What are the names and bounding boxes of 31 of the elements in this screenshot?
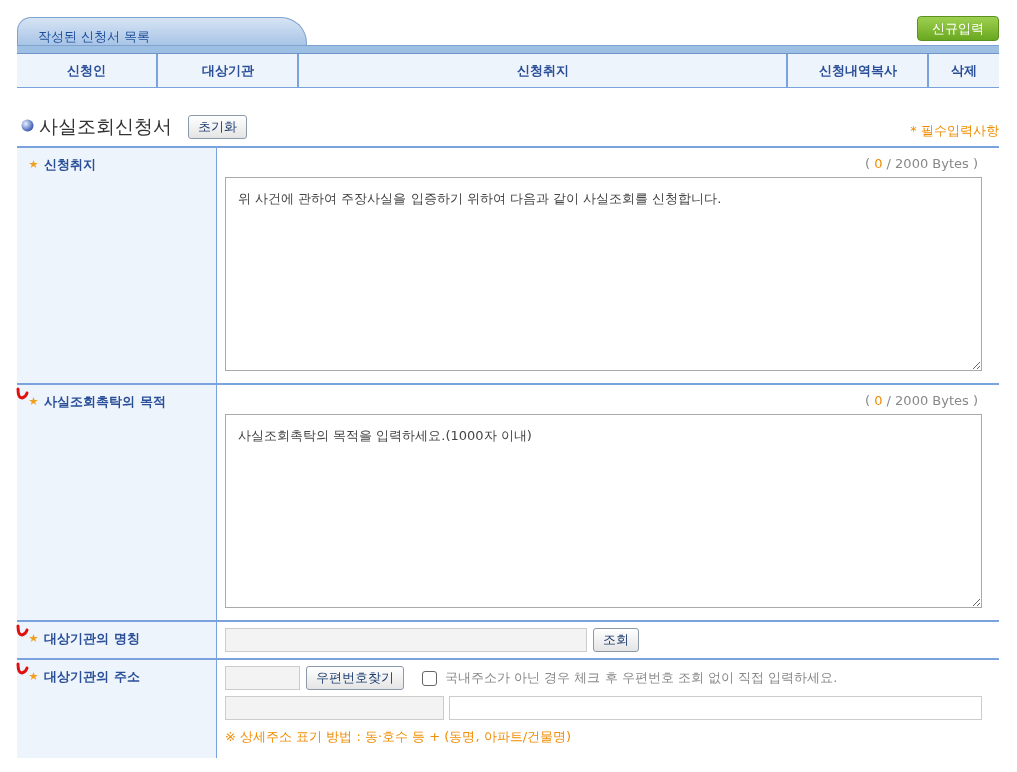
byte-counter: ( 0 / 2000 Bytes ) <box>863 392 979 410</box>
bullet-icon <box>21 118 34 132</box>
column-header: 삭제 <box>950 61 978 80</box>
address-hint: ※ 상세주소 표기 방법 : 동·호수 등 + (동명, 아파트/건물명) <box>225 728 573 746</box>
checkbox-label: 국내주소가 아닌 경우 체크 후 우편번호 조회 없이 직접 입력하세요. <box>445 669 838 687</box>
postcode-search-button[interactable]: 우편번호찾기 <box>306 666 404 690</box>
institution-name-field[interactable] <box>225 628 587 652</box>
postcode-field[interactable] <box>225 666 300 690</box>
column-header: 신청인 <box>17 54 158 87</box>
field-label: 신청취지 <box>44 156 96 174</box>
reset-button[interactable]: 초기화 <box>188 115 247 139</box>
text-area[interactable]: 위 사건에 관하여 주장사실을 입증하기 위하여 다음과 같이 사실조회를 신청합니다. <box>225 177 982 371</box>
detail-address-field[interactable] <box>449 696 982 720</box>
column-header: 신청내역복사 <box>788 54 929 87</box>
required-note: * 필수입력사항 <box>910 122 999 140</box>
required-star-icon <box>29 634 38 642</box>
form-title: 사실조회신청서 <box>39 114 172 139</box>
required-star-icon <box>29 397 38 405</box>
list-tab[interactable]: 작성된 신청서 목록 <box>17 17 307 45</box>
required-star-icon <box>29 672 38 680</box>
column-header: 신청취지 <box>299 54 788 87</box>
text-area[interactable]: 사실조회촉탁의 목적을 입력하세요.(1000자 이내) <box>225 414 982 608</box>
address-field[interactable] <box>225 696 444 720</box>
required-star-icon <box>29 160 38 168</box>
field-label: 대상기관의 명칭 <box>44 630 140 648</box>
field-label: 사실조회촉탁의 목적 <box>44 393 166 411</box>
byte-counter: ( 0 / 2000 Bytes ) <box>863 155 979 173</box>
search-button[interactable]: 조회 <box>593 628 639 652</box>
checkbox[interactable] <box>422 670 437 686</box>
column-header: 대상기관 <box>158 54 299 87</box>
field-label: 대상기관의 주소 <box>44 668 140 686</box>
